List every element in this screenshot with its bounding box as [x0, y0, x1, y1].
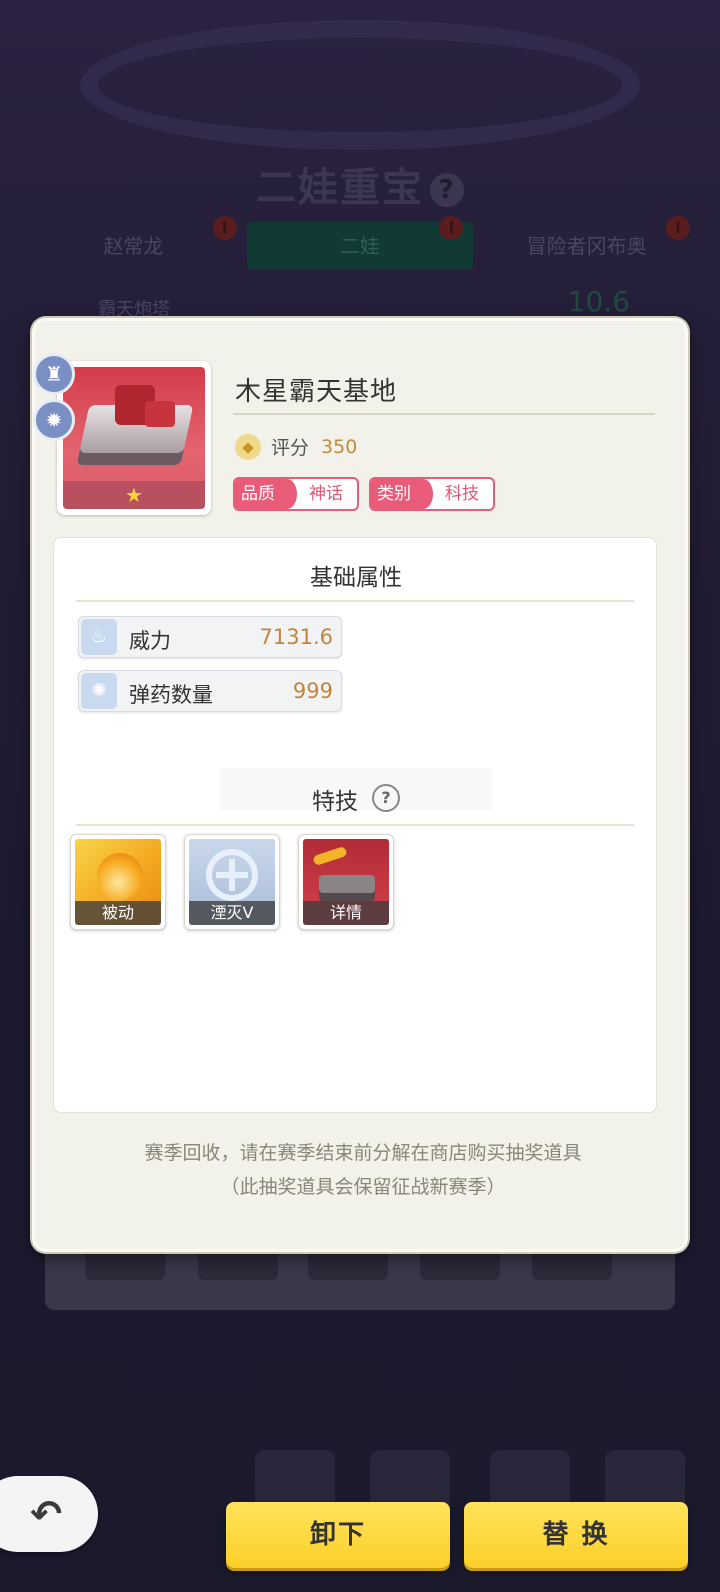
footer-note-line2: （此抽奖道具会保留征战新赛季） — [220, 1176, 506, 1198]
category-value: 科技 — [445, 484, 479, 504]
decorative-ring — [80, 20, 640, 150]
category-key: 类别 — [371, 479, 433, 509]
stat-ammo: ✺ 弹药数量 999 — [78, 670, 342, 712]
unequip-button[interactable]: 卸下 — [226, 1502, 450, 1568]
item-card: ★ — [57, 361, 211, 515]
help-icon[interactable]: ? — [372, 784, 400, 812]
skills-title: 特技 — [312, 789, 358, 815]
skill-caption: 湮灭Ⅴ — [189, 901, 275, 925]
divider — [76, 824, 634, 826]
star-icon: ★ — [63, 481, 205, 509]
alert-badge-icon: ! — [212, 216, 237, 240]
crosshair-line — [216, 872, 248, 878]
stat-label: 弹药数量 — [129, 683, 213, 707]
flame-shape — [88, 844, 152, 908]
attributes-panel: 基础属性 ♨ 威力 7131.6 ✺ 弹药数量 999 特技 ? 被动 湮灭Ⅴ … — [53, 537, 657, 1113]
quality-tag: 品质 神话 — [233, 477, 359, 511]
tank-icon: 详情 — [303, 839, 389, 925]
category-tag: 类别 科技 — [369, 477, 495, 511]
shot-shape — [312, 845, 348, 867]
stat-label: 威力 — [129, 629, 171, 653]
score-label: 评分 — [271, 437, 310, 459]
ammo-icon: ✺ — [81, 673, 117, 709]
background-tabs: 赵常龙 ! 二娃 ! 冒险者冈布奥 ! — [20, 216, 700, 270]
tower-graphic — [145, 401, 175, 427]
crosshair-icon: 湮灭Ⅴ — [189, 839, 275, 925]
tab-label: 赵常龙 — [103, 234, 164, 258]
background-title: 二娃重宝? — [0, 155, 720, 213]
helmet-icon[interactable]: ♜ — [33, 353, 75, 395]
stat-value: 7131.6 — [259, 625, 333, 649]
skill-annihilate[interactable]: 湮灭Ⅴ — [184, 834, 280, 930]
tab-adventurer: 冒险者冈布奥 ! — [473, 216, 700, 270]
back-arrow-icon: ↶ — [30, 1492, 62, 1536]
item-detail-dialog: ★ ♜ ✹ 木星霸天基地 ◆ 评分 350 品质 神话 类别 科技 基础属性 ♨… — [32, 318, 688, 1252]
quality-value: 神话 — [309, 484, 343, 504]
quality-key: 品质 — [235, 479, 297, 509]
skill-caption: 被动 — [75, 901, 161, 925]
background-title-text: 二娃重宝 — [256, 165, 424, 211]
gear-icon[interactable]: ✹ — [33, 399, 75, 441]
diamond-icon: ◆ — [235, 433, 261, 460]
divider — [233, 413, 655, 415]
footer-note-line1: 赛季回收，请在赛季结束前分解在商店购买抽奖道具 — [144, 1142, 582, 1164]
item-name: 木星霸天基地 — [235, 377, 398, 407]
fire-icon: ♨ — [81, 619, 117, 655]
alert-badge-icon: ! — [439, 216, 464, 240]
divider — [76, 600, 634, 602]
attributes-title: 基础属性 — [310, 565, 402, 591]
tank-body-shape — [319, 875, 375, 901]
replace-button[interactable]: 替 换 — [464, 1502, 688, 1568]
background-help-icon: ? — [430, 173, 464, 207]
tab-label: 冒险者冈布奥 — [526, 234, 647, 258]
stat-power: ♨ 威力 7131.6 — [78, 616, 342, 658]
score-value: 350 — [321, 435, 358, 458]
alert-badge-icon: ! — [666, 216, 691, 240]
flame-icon: 被动 — [75, 839, 161, 925]
skill-passive[interactable]: 被动 — [70, 834, 166, 930]
tab-zhao: 赵常龙 ! — [20, 216, 247, 270]
skill-caption: 详情 — [303, 901, 389, 925]
stat-value: 999 — [292, 679, 333, 703]
tab-erwa: 二娃 ! — [246, 216, 474, 270]
back-button[interactable]: ↶ — [0, 1476, 98, 1552]
score-row: ◆ 评分 350 — [235, 433, 357, 460]
background-row-value: 10.6 — [567, 285, 630, 318]
tab-label: 二娃 — [340, 234, 380, 258]
item-image: ★ — [63, 367, 205, 509]
skill-details[interactable]: 详情 — [298, 834, 394, 930]
